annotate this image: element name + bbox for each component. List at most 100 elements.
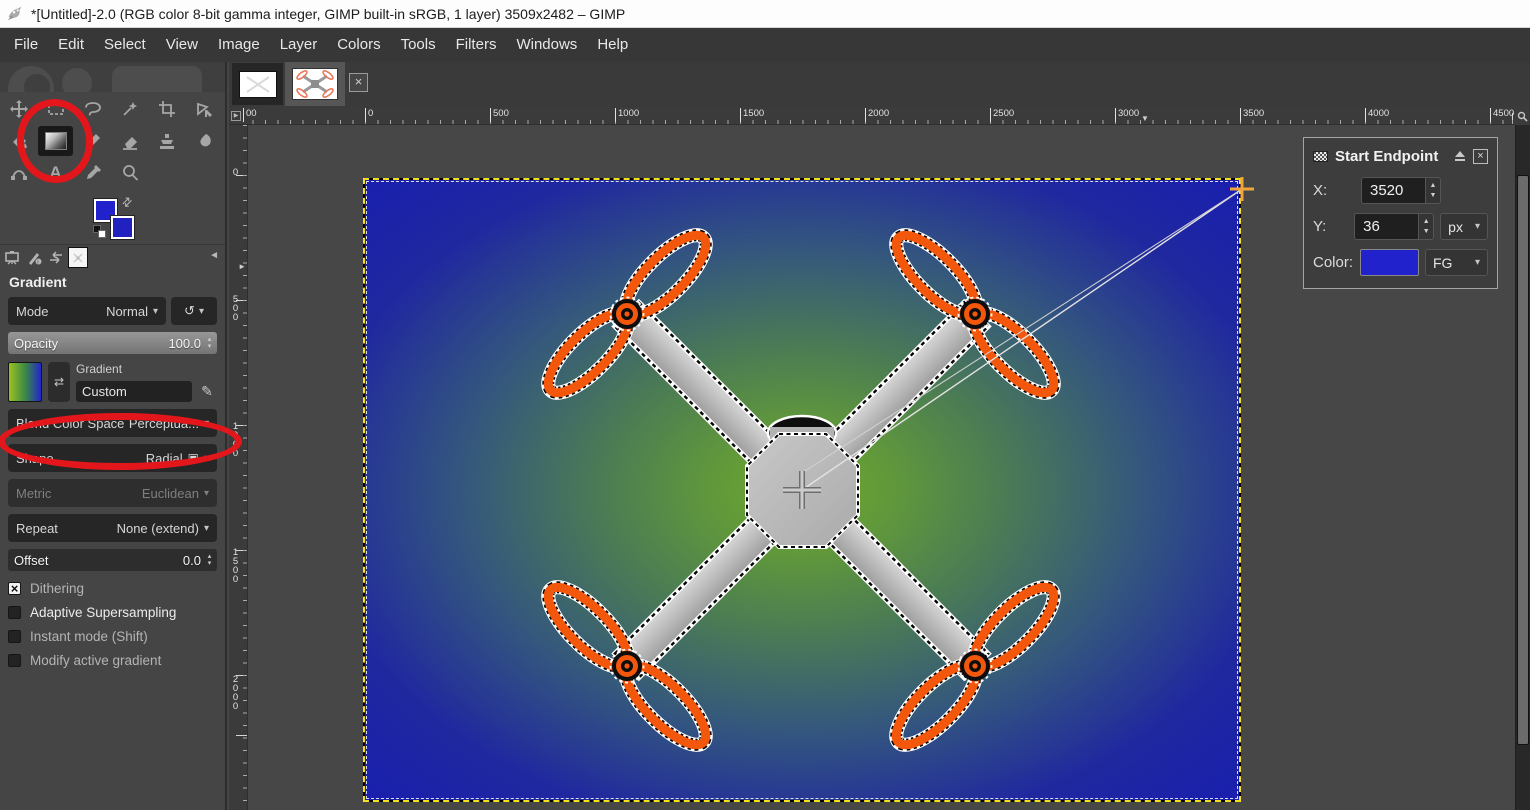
opacity-slider[interactable]: Opacity 100.0 ▴ ▾: [8, 332, 217, 354]
menu-item[interactable]: Tools: [391, 28, 446, 62]
metric-value: Euclidean: [141, 485, 199, 501]
gradient-reverse-button[interactable]: ⇄: [48, 362, 70, 402]
scrollbar-thumb[interactable]: [1517, 175, 1529, 745]
shape-dropdown[interactable]: Shape Radial ▣ ▾: [8, 444, 217, 472]
default-colors-icon[interactable]: [93, 225, 106, 238]
horizontal-ruler[interactable]: ▼ 00 0 500 1000 1500 2000 2500 3000 3500 4000 4500: [243, 107, 1515, 125]
menu-item[interactable]: Colors: [327, 28, 390, 62]
tool-fuzzy-select-button[interactable]: [112, 94, 147, 124]
swap-colors-icon[interactable]: ⇄: [119, 193, 136, 210]
pencil-icon: [85, 134, 100, 148]
checkbox[interactable]: [8, 630, 21, 643]
menu-item[interactable]: Windows: [506, 28, 587, 62]
menu-item[interactable]: View: [156, 28, 208, 62]
ruler-label: 1500: [232, 547, 239, 585]
canvas-image[interactable]: [363, 177, 1254, 802]
tool-text-button[interactable]: A: [38, 158, 73, 188]
repeat-dropdown[interactable]: Repeat None (extend) ▾: [8, 514, 217, 542]
ruler-label: 3000: [1115, 108, 1139, 122]
tool-crop-button[interactable]: [149, 94, 184, 124]
edit-gradient-icon[interactable]: ✎: [197, 381, 217, 402]
gradient-name-field[interactable]: Custom: [76, 381, 192, 402]
close-image-icon[interactable]: ×: [349, 73, 368, 92]
tool-color-picker-button[interactable]: [75, 158, 110, 188]
tab-image-thumbnail[interactable]: [68, 247, 88, 268]
gradient-edit-line[interactable]: [801, 188, 1243, 491]
x-spinner[interactable]: ▲ ▼: [1425, 177, 1441, 204]
menu-item[interactable]: Edit: [48, 28, 94, 62]
tool-option-checkbox-row[interactable]: Modify active gradient: [8, 653, 217, 668]
opacity-spinner[interactable]: ▴ ▾: [204, 334, 215, 352]
menu-item[interactable]: Help: [587, 28, 638, 62]
gradient-preview-swatch[interactable]: [8, 362, 42, 402]
checkbox[interactable]: [8, 606, 21, 619]
menu-item[interactable]: Layer: [270, 28, 328, 62]
collapse-dock-icon[interactable]: ◄: [209, 250, 219, 261]
radial-shape-icon: ▣: [187, 451, 199, 465]
gradient-start-endpoint-handle[interactable]: [1230, 177, 1254, 201]
chevron-down-icon: ▾: [203, 417, 209, 429]
image-tab-2[interactable]: [285, 62, 345, 106]
tool-zoom-button[interactable]: [112, 158, 147, 188]
checkbox[interactable]: [8, 654, 21, 667]
zoom-follow-window-button[interactable]: [1515, 107, 1530, 125]
unit-dropdown[interactable]: px ▾: [1440, 213, 1488, 240]
tool-rectangle-select-button[interactable]: [38, 94, 73, 124]
y-spinner[interactable]: ▲ ▼: [1418, 213, 1435, 240]
title-bar: *[Untitled]-2.0 (RGB color 8-bit gamma i…: [0, 0, 1530, 28]
image-tab-bar: ×: [229, 62, 1530, 107]
vertical-scrollbar[interactable]: [1515, 125, 1530, 810]
checkbox-label: Modify active gradient: [30, 653, 162, 668]
tool-transform-button[interactable]: [186, 94, 221, 124]
toolbox-decoration: [0, 62, 225, 92]
menu-item[interactable]: Filters: [446, 28, 507, 62]
mode-dropdown[interactable]: Mode Normal ▾: [8, 297, 166, 325]
tool-option-checkbox-row[interactable]: Dithering: [8, 581, 217, 596]
ruler-corner-button[interactable]: ▶: [229, 107, 243, 125]
offset-spinner[interactable]: ▴ ▾: [204, 551, 215, 569]
mode-reset-button[interactable]: ↺ ▾: [171, 297, 217, 325]
y-value-field[interactable]: 36: [1354, 213, 1419, 240]
tool-options-title: Gradient: [9, 274, 67, 290]
tool-move-button[interactable]: [1, 94, 36, 124]
ruler-label: 500: [490, 108, 509, 122]
detach-dialog-icon[interactable]: [1454, 150, 1466, 162]
drone-image-thumbnail: [292, 68, 338, 100]
tool-gradient-button[interactable]: [38, 126, 73, 156]
ruler-corner-icon: ▶: [231, 110, 241, 121]
ruler-label: 1000: [615, 108, 639, 122]
vertical-ruler[interactable]: ► 0 500 1000 1500 2000: [229, 125, 248, 810]
x-value-field[interactable]: 3520: [1361, 177, 1425, 204]
pen-info-icon: i: [28, 252, 41, 265]
menu-item[interactable]: Select: [94, 28, 156, 62]
ruler-label: 2000: [232, 674, 239, 712]
rectangle-select-icon: [47, 102, 64, 115]
tool-paths-button[interactable]: [1, 158, 36, 188]
color-mode-dropdown[interactable]: FG ▾: [1424, 249, 1489, 276]
image-tab-1[interactable]: [232, 63, 283, 105]
close-dialog-icon[interactable]: ×: [1473, 148, 1488, 164]
tab-device-status[interactable]: i: [24, 247, 44, 268]
blend-color-space-dropdown[interactable]: Blend Color Space Perceptua... ▾: [8, 409, 217, 437]
tool-eraser-button[interactable]: [112, 126, 147, 156]
tool-smudge-button[interactable]: [186, 126, 221, 156]
menu-item[interactable]: Image: [208, 28, 270, 62]
menu-item[interactable]: File: [4, 28, 48, 62]
tab-tool-options[interactable]: [2, 247, 22, 268]
checkbox-label: Adaptive Supersampling: [30, 605, 177, 620]
tool-clone-button[interactable]: [149, 126, 184, 156]
endpoint-color-swatch[interactable]: [1360, 249, 1419, 276]
ruler-label: 1000: [232, 421, 239, 459]
tool-free-select-button[interactable]: [75, 94, 110, 124]
offset-slider[interactable]: Offset 0.0 ▴ ▾: [8, 549, 217, 571]
tool-bucket-fill-button[interactable]: [1, 126, 36, 156]
tool-pencil-button[interactable]: [75, 126, 110, 156]
gimp-window: *[Untitled]-2.0 (RGB color 8-bit gamma i…: [0, 0, 1530, 810]
tab-undo-history[interactable]: [46, 247, 66, 268]
tool-option-checkbox-row[interactable]: Instant mode (Shift): [8, 629, 217, 644]
background-color-swatch[interactable]: [110, 215, 135, 240]
checkbox[interactable]: [8, 582, 21, 595]
menu-bar: File Edit Select View Image Layer Colors Tools F…: [0, 28, 1530, 62]
tool-option-checkbox-row[interactable]: Adaptive Supersampling: [8, 605, 217, 620]
repeat-value: None (extend): [116, 520, 199, 536]
